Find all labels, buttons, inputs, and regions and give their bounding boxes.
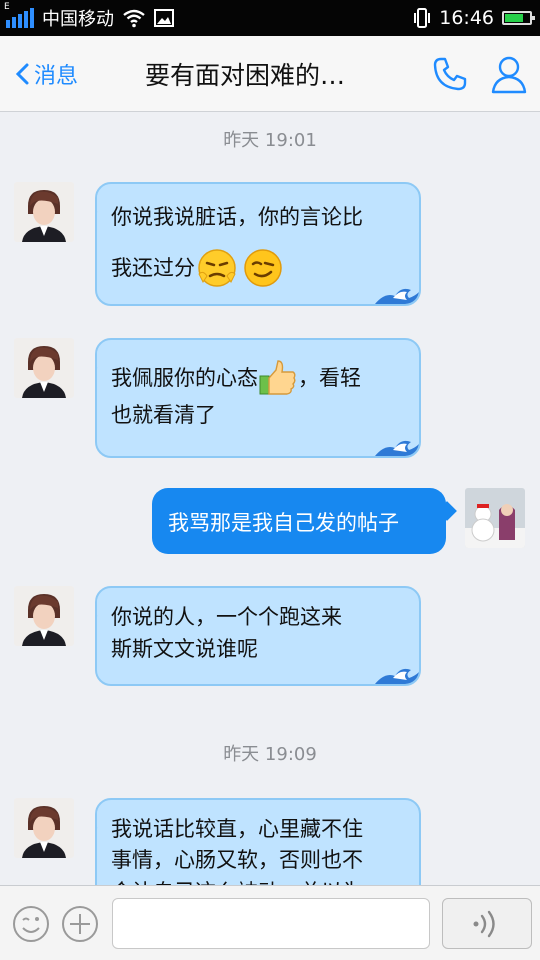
incoming-message-bubble[interactable]: 我佩服你的心态 ，看轻 也就看清了: [95, 338, 421, 458]
smug-face-emoji: [198, 249, 236, 287]
battery-icon: [502, 11, 535, 25]
signal-icon: E: [4, 2, 34, 28]
phone-icon[interactable]: [432, 56, 468, 92]
back-button[interactable]: 消息: [14, 58, 78, 90]
wave-decoration: [375, 440, 419, 456]
thumbs-up-emoji: [259, 360, 296, 395]
person-icon[interactable]: [490, 54, 528, 94]
message-text: 你说我说脏话，你的言论比: [111, 205, 363, 229]
message-text: 我骂那是我自己发的帖子: [168, 511, 399, 535]
back-chevron-icon: [15, 63, 29, 85]
wave-decoration: [375, 668, 419, 684]
message-input[interactable]: [112, 898, 430, 949]
input-bar: [0, 885, 540, 960]
message-text: 事情，心肠又软，否则也不: [111, 848, 363, 872]
message-text: 我佩服你的心态: [111, 366, 258, 390]
wifi-icon: [123, 9, 145, 28]
message-text: 你说的人，一个个跑这来: [111, 605, 342, 629]
outgoing-message-bubble[interactable]: 我骂那是我自己发的帖子: [152, 488, 446, 554]
contact-avatar[interactable]: [14, 182, 74, 242]
back-label: 消息: [34, 64, 79, 89]
chat-title: 要有面对困难的…: [145, 61, 346, 90]
message-text: 斯斯文文说谁呢: [111, 637, 258, 661]
incoming-message-bubble[interactable]: 你说我说脏话，你的言论比 我还过分: [95, 182, 421, 306]
status-clock: 16:46: [439, 7, 494, 29]
contact-avatar[interactable]: [14, 338, 74, 398]
incoming-message-bubble[interactable]: 我说话比较直，心里藏不住 事情，心肠又软，否则也不 会让自己这么被动，总以为: [95, 798, 421, 885]
timestamp: 昨天 19:01: [223, 130, 317, 151]
carrier-name: 中国移动: [42, 9, 114, 30]
timestamp: 昨天 19:09: [223, 744, 317, 765]
contact-avatar[interactable]: [14, 798, 74, 858]
wave-decoration: [375, 288, 419, 304]
chat-header: 消息 要有面对困难的…: [0, 36, 540, 112]
message-text: 也就看清了: [111, 403, 216, 427]
my-avatar[interactable]: [465, 488, 525, 548]
voice-button[interactable]: [442, 898, 532, 949]
vibrate-icon: [414, 8, 431, 28]
voice-icon: [473, 910, 495, 937]
plus-icon[interactable]: [61, 905, 99, 943]
image-icon: [154, 9, 174, 27]
message-list[interactable]: 昨天 19:01 你说我说脏话，你的言论比 我还过分 我佩服你的心态 ，看轻 也…: [0, 112, 540, 885]
message-text: 会让自己这么被动，总以为: [111, 876, 401, 885]
wink-face-emoji: [244, 249, 282, 287]
message-text: 我说话比较直，心里藏不住: [111, 817, 363, 841]
incoming-message-bubble[interactable]: 你说的人，一个个跑这来 斯斯文文说谁呢: [95, 586, 421, 686]
contact-avatar[interactable]: [14, 586, 74, 646]
message-text: 我还过分: [111, 256, 195, 280]
emoji-icon[interactable]: [12, 905, 50, 943]
status-bar: E 中国移动 16:46: [0, 0, 540, 36]
message-text: ，看轻: [298, 366, 361, 390]
network-type-badge: E: [4, 2, 10, 12]
